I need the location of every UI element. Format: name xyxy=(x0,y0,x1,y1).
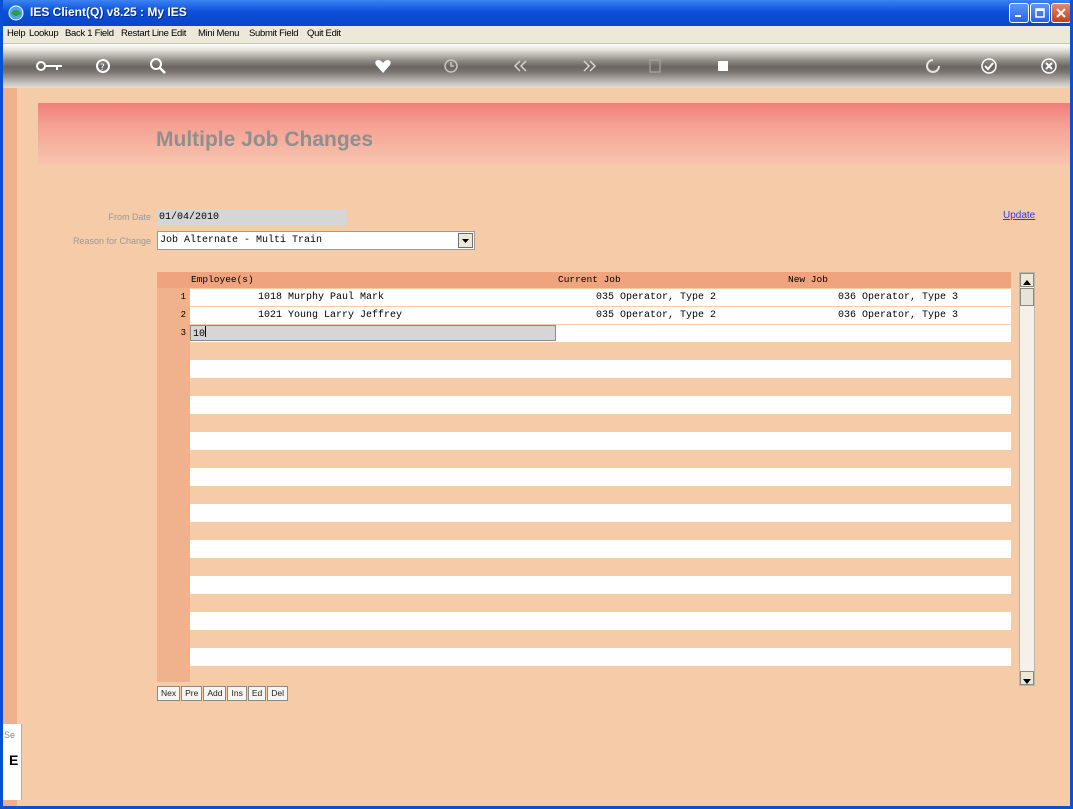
empty-row[interactable] xyxy=(190,396,1011,414)
app-window: IES Client(Q) v8.25 : My IES Help Lookup… xyxy=(0,0,1073,809)
previous-button[interactable]: Pre xyxy=(181,686,203,701)
row-number: 1 xyxy=(180,292,186,302)
column-header-employees: Employee(s) xyxy=(191,274,254,285)
rewind-button[interactable] xyxy=(511,56,537,76)
menu-quit-edit[interactable]: Quit Edit xyxy=(307,28,341,39)
clock-icon xyxy=(444,59,458,73)
help-icon: ? xyxy=(96,59,110,73)
empty-row[interactable] xyxy=(190,360,1011,378)
empty-row[interactable] xyxy=(190,504,1011,522)
close-icon xyxy=(1041,58,1057,74)
edit-button[interactable]: Ed xyxy=(247,686,267,701)
next-button[interactable]: Nex xyxy=(157,686,181,701)
window-title: IES Client(Q) v8.25 : My IES xyxy=(30,5,187,19)
key-button[interactable] xyxy=(35,56,62,76)
save-button[interactable] xyxy=(645,56,671,76)
fast-forward-icon xyxy=(583,60,597,72)
page-title: Multiple Job Changes xyxy=(156,128,374,151)
empty-row[interactable] xyxy=(190,612,1011,630)
stop-icon xyxy=(718,61,728,71)
confirm-button[interactable] xyxy=(979,56,1005,76)
toolbar: ? xyxy=(3,44,1070,88)
arrow-down-icon xyxy=(1023,679,1031,684)
check-icon xyxy=(981,58,997,74)
key-icon xyxy=(36,61,62,71)
update-link[interactable]: Update xyxy=(1003,210,1035,221)
left-strip xyxy=(3,88,17,806)
rewind-icon xyxy=(513,60,527,72)
stop-button[interactable] xyxy=(713,56,739,76)
employee-edit-input[interactable]: 10 xyxy=(190,325,556,341)
row-number-column xyxy=(157,288,190,682)
text-caret xyxy=(205,326,207,337)
heart-icon xyxy=(375,60,391,73)
reason-label: Reason for Change xyxy=(72,236,151,246)
svg-text:?: ? xyxy=(100,63,105,73)
scroll-up-button[interactable] xyxy=(1020,273,1034,287)
history-button[interactable] xyxy=(441,56,467,76)
minimize-icon xyxy=(1015,15,1021,17)
search-icon xyxy=(150,58,166,74)
close-window-button[interactable] xyxy=(1051,3,1070,23)
add-button[interactable]: Add xyxy=(203,686,227,701)
empty-row[interactable] xyxy=(190,576,1011,594)
from-date-label: From Date xyxy=(108,212,151,222)
reason-value: Job Alternate - Multi Train xyxy=(160,235,323,246)
close-icon xyxy=(1056,8,1066,18)
maximize-button[interactable] xyxy=(1030,3,1050,23)
menu-bar: Help Lookup Back 1 Field Restart Line Ed… xyxy=(3,26,1070,44)
maximize-icon xyxy=(1035,8,1045,18)
table-row[interactable]: 1 1018 Murphy Paul Mark 035 Operator, Ty… xyxy=(157,288,1011,306)
menu-mini-menu[interactable]: Mini Menu xyxy=(198,28,239,39)
reason-dropdown[interactable]: Job Alternate - Multi Train xyxy=(157,231,475,250)
current-job-cell: 035 Operator, Type 2 xyxy=(596,310,717,321)
current-job-cell: 035 Operator, Type 2 xyxy=(596,292,717,303)
employee-edit-value: 10 xyxy=(193,329,206,340)
left-side-panel: Se E xyxy=(3,724,22,800)
chevron-down-icon xyxy=(462,239,469,243)
grid-header: Employee(s) Current Job New Job xyxy=(157,272,1011,288)
row-number: 2 xyxy=(180,310,186,320)
refresh-button[interactable] xyxy=(923,56,949,76)
menu-submit-field[interactable]: Submit Field xyxy=(249,28,299,39)
empty-row[interactable] xyxy=(190,540,1011,558)
employee-cell: 1021 Young Larry Jeffrey xyxy=(258,310,403,321)
minimize-button[interactable] xyxy=(1009,3,1029,23)
employee-cell: 1018 Murphy Paul Mark xyxy=(258,292,385,303)
table-row-edit[interactable]: 3 10 xyxy=(157,324,1011,342)
menu-lookup[interactable]: Lookup xyxy=(29,28,59,39)
search-button[interactable] xyxy=(148,56,174,76)
new-job-cell: 036 Operator, Type 3 xyxy=(838,310,959,321)
help-button[interactable]: ? xyxy=(93,56,119,76)
row-number: 3 xyxy=(180,328,186,338)
from-date-field[interactable]: 01/04/2010 xyxy=(157,209,347,226)
empty-row[interactable] xyxy=(190,468,1011,486)
column-header-current-job: Current Job xyxy=(558,274,621,285)
insert-button[interactable]: Ins xyxy=(227,686,247,701)
new-job-cell: 036 Operator, Type 3 xyxy=(838,292,959,303)
refresh-icon xyxy=(926,59,940,73)
menu-restart-line-edit[interactable]: Restart Line Edit xyxy=(121,28,186,39)
column-header-new-job: New Job xyxy=(788,274,828,285)
favorite-button[interactable] xyxy=(373,56,399,76)
reason-dropdown-button[interactable] xyxy=(458,233,473,248)
fast-forward-button[interactable] xyxy=(579,56,605,76)
employee-job-grid: Employee(s) Current Job New Job 1 1018 M… xyxy=(157,272,1011,682)
scroll-down-button[interactable] xyxy=(1020,671,1034,685)
table-row[interactable]: 2 1021 Young Larry Jeffrey 035 Operator,… xyxy=(157,306,1011,324)
grid-nav-buttons: Nex Pre Add Ins Ed Del xyxy=(157,686,289,701)
delete-button[interactable]: Del xyxy=(267,686,288,701)
empty-row[interactable] xyxy=(190,432,1011,450)
left-panel-text: Se xyxy=(4,730,16,740)
menu-back-1-field[interactable]: Back 1 Field xyxy=(65,28,114,39)
menu-help[interactable]: Help xyxy=(7,28,26,39)
save-icon xyxy=(649,59,661,73)
empty-row[interactable] xyxy=(190,648,1011,666)
title-bar[interactable]: IES Client(Q) v8.25 : My IES xyxy=(3,0,1070,26)
app-icon xyxy=(8,5,24,21)
scroll-thumb[interactable] xyxy=(1020,288,1034,306)
left-panel-letter: E xyxy=(9,752,19,768)
exit-button[interactable] xyxy=(1039,56,1065,76)
grid-scrollbar[interactable] xyxy=(1019,272,1035,686)
